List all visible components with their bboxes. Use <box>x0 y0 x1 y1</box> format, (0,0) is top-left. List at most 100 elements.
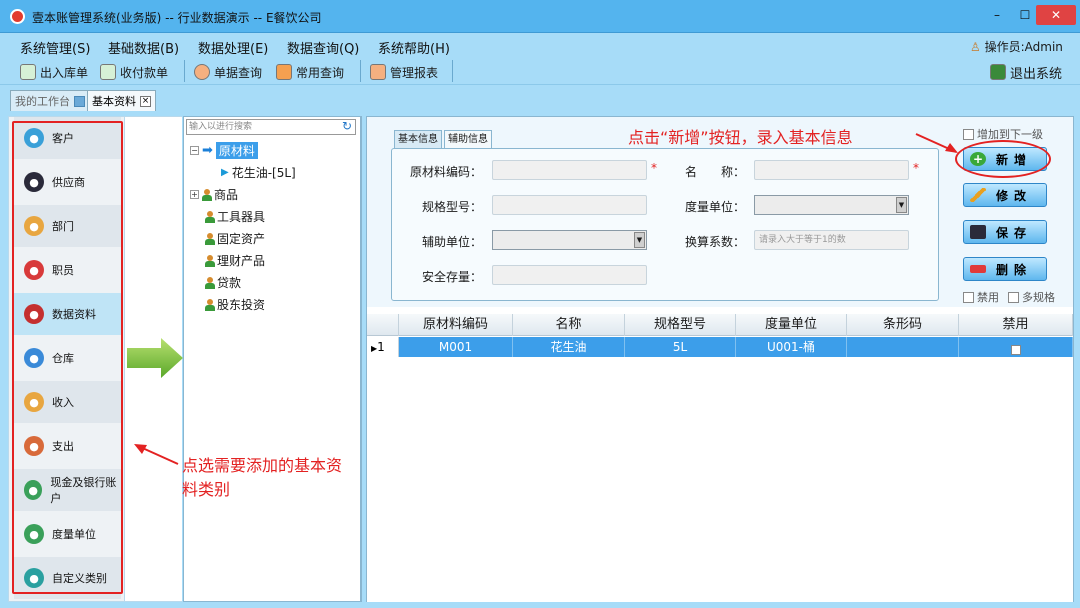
toolbar-inout-label: 出入库单 <box>40 65 89 80</box>
tree-node[interactable]: 理财产品 <box>205 252 265 269</box>
tree-node[interactable]: 固定资产 <box>205 230 265 247</box>
tree-node[interactable]: 股东投资 <box>205 296 265 313</box>
subtab-aux-info[interactable]: 辅助信息 <box>444 130 492 148</box>
code-input[interactable] <box>492 160 647 180</box>
annotation-arrow-top <box>915 133 958 153</box>
person-icon <box>205 298 215 311</box>
exit-system-label: 退出系统 <box>1010 66 1063 82</box>
maximize-button[interactable]: ☐ <box>1011 5 1039 25</box>
refresh-icon[interactable]: ↻ <box>342 119 356 133</box>
col-header-spec[interactable]: 规格型号 <box>625 314 736 336</box>
app-logo-icon <box>10 9 25 24</box>
safety-stock-input[interactable] <box>492 265 647 285</box>
person-icon <box>205 232 215 245</box>
checkbox-icon <box>963 128 974 140</box>
tree-node[interactable]: 贷款 <box>205 274 241 291</box>
minimize-button[interactable]: – <box>983 5 1011 25</box>
close-button[interactable]: ✕ <box>1036 5 1076 25</box>
spec-input[interactable] <box>492 195 647 215</box>
tab-close-icon[interactable]: × <box>140 95 151 107</box>
toolbar-report-button[interactable]: 管理报表 <box>370 62 438 82</box>
edit-button[interactable]: 修改 <box>963 183 1047 207</box>
person-icon <box>205 210 215 223</box>
required-mark: * <box>913 161 919 175</box>
toolbar-divider <box>452 60 453 82</box>
cell-unit[interactable]: U001-桶 <box>736 337 847 357</box>
col-header-unit[interactable]: 度量单位 <box>736 314 847 336</box>
toolbar-common-query-label: 常用查询 <box>296 65 345 80</box>
disabled-label: 禁用 <box>977 291 999 304</box>
green-arrow-icon <box>127 338 183 378</box>
collapse-icon[interactable]: − <box>190 146 199 155</box>
aux-unit-label: 辅助单位： <box>421 235 482 249</box>
toolbar-doc-query-button[interactable]: 单据查询 <box>194 62 262 82</box>
col-header-barcode[interactable]: 条形码 <box>847 314 959 336</box>
minus-icon <box>970 265 986 273</box>
dropdown-arrow-icon: ▼ <box>896 197 907 213</box>
cell-code[interactable]: M001 <box>399 337 513 357</box>
tab-basic-label: 基本资料 <box>92 95 136 108</box>
pencil-icon <box>970 188 986 202</box>
name-input[interactable] <box>754 160 909 180</box>
tree-node[interactable]: 工具器具 <box>205 208 265 225</box>
tree-node-label: 贷款 <box>217 276 242 290</box>
cell-barcode[interactable] <box>847 337 959 357</box>
menu-help[interactable]: 系统帮助(H) <box>378 38 450 57</box>
tab-workbench[interactable]: 我的工作台 <box>10 90 90 111</box>
subtab-basic-info[interactable]: 基本信息 <box>394 130 442 148</box>
tree-node-peanut-oil[interactable]: ▶ 花生油-[5L] <box>221 164 296 181</box>
person-icon <box>202 188 212 201</box>
user-icon: ♙ <box>970 40 981 54</box>
menu-system[interactable]: 系统管理(S) <box>20 38 90 57</box>
col-header-code[interactable]: 原材料编码 <box>399 314 513 336</box>
aux-unit-select[interactable]: ▼ <box>492 230 647 250</box>
exit-system-button[interactable]: 退出系统 <box>990 62 1062 82</box>
tree-node-raw-material[interactable]: − ➡ 原材料 <box>190 142 258 159</box>
tree-search-input[interactable]: 输入以进行搜索 <box>186 119 356 135</box>
ratio-input[interactable]: 请录入大于等于1的数 <box>754 230 909 250</box>
col-header-name[interactable]: 名称 <box>513 314 625 336</box>
col-header-disabled[interactable]: 禁用 <box>959 314 1073 336</box>
toolbar-doc-query-label: 单据查询 <box>214 65 263 80</box>
name-label: 名 称： <box>684 165 745 179</box>
tab-bar <box>0 85 1080 111</box>
arrow-right-icon: ➡ <box>202 143 213 158</box>
save-button-label: 保存 <box>996 225 1033 240</box>
row-index: 1 <box>377 340 385 354</box>
multi-spec-checkbox[interactable]: 多规格 <box>1008 289 1055 305</box>
dropdown-arrow-icon: ▼ <box>634 232 645 248</box>
toolbar-payment-button[interactable]: 收付款单 <box>100 62 168 82</box>
checkbox-icon[interactable] <box>1010 344 1021 355</box>
toolbar-common-query-button[interactable]: 常用查询 <box>276 62 344 82</box>
toolbar-divider <box>184 60 185 82</box>
menu-data-query[interactable]: 数据查询(Q) <box>287 38 359 57</box>
exit-door-icon <box>990 64 1006 80</box>
save-button[interactable]: 保存 <box>963 220 1047 244</box>
tab-basic-data[interactable]: 基本资料 × <box>87 90 156 111</box>
tree-node[interactable]: + 商品 <box>190 186 238 203</box>
unit-select[interactable]: ▼ <box>754 195 909 215</box>
menu-data-processing[interactable]: 数据处理(E) <box>198 38 268 57</box>
expand-icon[interactable]: + <box>190 190 199 199</box>
delete-button[interactable]: 删除 <box>963 257 1047 281</box>
operator-label: ♙ 操作员:Admin <box>970 38 1063 55</box>
toolbar-payment-label: 收付款单 <box>120 65 169 80</box>
checkbox-icon <box>963 291 974 303</box>
person-icon <box>205 276 215 289</box>
window-title: 壹本账管理系统(业务版) -- 行业数据演示 -- E餐饮公司 <box>32 11 322 25</box>
payment-doc-icon <box>100 64 116 80</box>
toolbar-inout-button[interactable]: 出入库单 <box>20 62 88 82</box>
cell-spec[interactable]: 5L <box>625 337 736 357</box>
report-icon <box>370 64 386 80</box>
annotation-top: 点击“新增”按钮，录入基本信息 <box>628 128 853 147</box>
person-icon <box>205 254 215 267</box>
row-indicator[interactable]: ▶1 <box>367 337 399 357</box>
toolbar-divider <box>360 60 361 82</box>
home-icon <box>74 95 85 107</box>
annotation-box-left <box>12 121 123 594</box>
cell-disabled[interactable] <box>959 337 1073 357</box>
cell-name[interactable]: 花生油 <box>513 337 625 357</box>
tree-node-label: 固定资产 <box>217 232 266 246</box>
disabled-checkbox[interactable]: 禁用 <box>963 289 999 305</box>
menu-basic-data[interactable]: 基础数据(B) <box>108 38 179 57</box>
